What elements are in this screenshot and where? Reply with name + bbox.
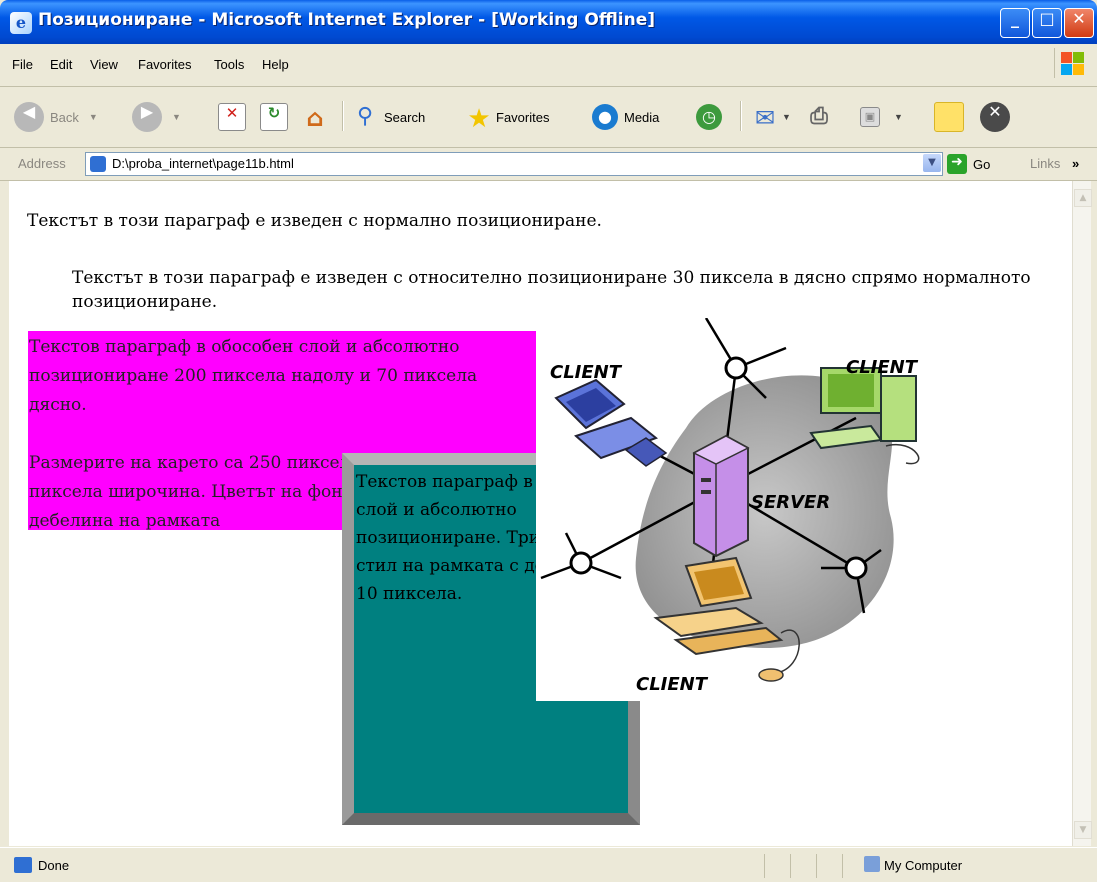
history-icon: ◷ bbox=[696, 104, 722, 130]
window-title: Позициониране - Microsoft Internet Explo… bbox=[38, 10, 656, 30]
edit-button[interactable]: ▣ ▼ bbox=[860, 99, 903, 135]
links-button[interactable]: Links » bbox=[1030, 156, 1079, 171]
vertical-scrollbar[interactable]: ▲ ▼ bbox=[1072, 181, 1092, 846]
search-button[interactable]: ⚲ Search bbox=[352, 99, 425, 135]
close-button[interactable]: ✕ bbox=[1064, 8, 1094, 38]
server-icon bbox=[692, 434, 750, 558]
menu-bar: File Edit View Favorites Tools Help bbox=[0, 44, 1097, 87]
favorites-star-icon: ★ bbox=[467, 104, 491, 134]
client-computer-blue-icon bbox=[554, 378, 668, 467]
security-zone: My Computer bbox=[884, 858, 963, 873]
media-button[interactable]: ● Media bbox=[592, 99, 659, 135]
title-bar[interactable]: e Позициониране - Microsoft Internet Exp… bbox=[0, 0, 1097, 44]
chevron-down-icon: ▼ bbox=[88, 112, 98, 122]
magenta-text-1: Текстов параграф в обособен слой и абсол… bbox=[29, 337, 478, 415]
messenger-button[interactable]: ✕ bbox=[980, 99, 1010, 135]
go-arrow-icon: ➜ bbox=[947, 154, 967, 174]
home-icon: ⌂ bbox=[306, 104, 324, 132]
page-done-icon bbox=[14, 857, 32, 873]
menu-tools[interactable]: Tools bbox=[214, 57, 244, 72]
windows-logo-icon bbox=[1054, 48, 1085, 78]
menu-file[interactable]: File bbox=[12, 57, 33, 72]
standard-toolbar: ◀ Back ▼ ▶ ▼ ✕ ↻ ⌂ ⚲ Search ★ Favorites … bbox=[0, 87, 1097, 148]
stop-button[interactable]: ✕ bbox=[218, 99, 246, 135]
client-label-top-left: CLIENT bbox=[550, 362, 623, 383]
refresh-icon: ↻ bbox=[260, 103, 288, 131]
maximize-button[interactable]: □ bbox=[1032, 8, 1062, 38]
address-bar: Address D:\proba_internet\page11b.html ▼… bbox=[0, 148, 1097, 181]
sticky-note-icon bbox=[934, 102, 964, 132]
ie-logo-icon: e bbox=[10, 12, 32, 34]
print-button[interactable]: ⎙ bbox=[806, 99, 832, 135]
address-dropdown-icon[interactable]: ▼ bbox=[923, 154, 941, 172]
print-icon: ⎙ bbox=[810, 104, 828, 129]
status-bar: Done My Computer bbox=[0, 847, 1097, 882]
server-label: SERVER bbox=[751, 492, 830, 513]
scroll-up-icon[interactable]: ▲ bbox=[1074, 189, 1092, 207]
scroll-down-icon[interactable]: ▼ bbox=[1074, 821, 1092, 839]
chevron-down-icon: ▼ bbox=[782, 112, 791, 122]
menu-edit[interactable]: Edit bbox=[50, 57, 72, 72]
client-label-bottom: CLIENT bbox=[636, 674, 709, 695]
edit-page-icon: ▣ bbox=[860, 107, 880, 127]
page-icon bbox=[90, 156, 106, 172]
status-text: Done bbox=[38, 858, 70, 873]
close-circle-icon: ✕ bbox=[980, 102, 1010, 132]
address-url: D:\proba_internet\page11b.html bbox=[112, 156, 294, 171]
stop-icon: ✕ bbox=[218, 103, 246, 131]
go-button[interactable]: ➜ Go bbox=[947, 154, 990, 174]
back-arrow-icon: ◀ bbox=[14, 102, 44, 132]
home-button[interactable]: ⌂ bbox=[302, 99, 328, 135]
page-viewport: Текстът в този параграф е изведен с норм… bbox=[9, 181, 1072, 846]
my-computer-icon bbox=[864, 856, 880, 872]
menu-favorites[interactable]: Favorites bbox=[138, 57, 191, 72]
minimize-button[interactable]: _ bbox=[1000, 8, 1030, 38]
client-label-top-right: CLIENT bbox=[846, 357, 919, 378]
relative-paragraph: Текстът в този параграф е изведен с отно… bbox=[72, 268, 1031, 312]
normal-paragraph: Текстът в този параграф е изведен с норм… bbox=[27, 211, 602, 231]
mail-button[interactable]: ✉ ▼ bbox=[752, 99, 791, 135]
back-button[interactable]: ◀ Back ▼ bbox=[14, 99, 98, 135]
chevron-down-icon: ▼ bbox=[894, 112, 903, 122]
menu-view[interactable]: View bbox=[90, 57, 118, 72]
history-button[interactable]: ◷ bbox=[696, 99, 722, 135]
notes-button[interactable] bbox=[934, 99, 964, 135]
media-icon: ● bbox=[592, 104, 618, 130]
search-icon: ⚲ bbox=[356, 104, 374, 129]
favorites-button[interactable]: ★ Favorites bbox=[466, 99, 549, 135]
address-input[interactable]: D:\proba_internet\page11b.html ▼ bbox=[85, 152, 943, 176]
refresh-button[interactable]: ↻ bbox=[260, 99, 288, 135]
forward-button[interactable]: ▶ ▼ bbox=[132, 99, 181, 135]
menu-help[interactable]: Help bbox=[262, 57, 289, 72]
address-label: Address bbox=[18, 156, 66, 171]
forward-arrow-icon: ▶ bbox=[132, 102, 162, 132]
client-server-diagram-image: CLIENT CLIENT SERVER CLIENT bbox=[536, 317, 966, 701]
mail-icon: ✉ bbox=[754, 104, 776, 132]
chevron-down-icon: ▼ bbox=[172, 112, 181, 122]
ie-window: e Позициониране - Microsoft Internet Exp… bbox=[0, 0, 1097, 882]
